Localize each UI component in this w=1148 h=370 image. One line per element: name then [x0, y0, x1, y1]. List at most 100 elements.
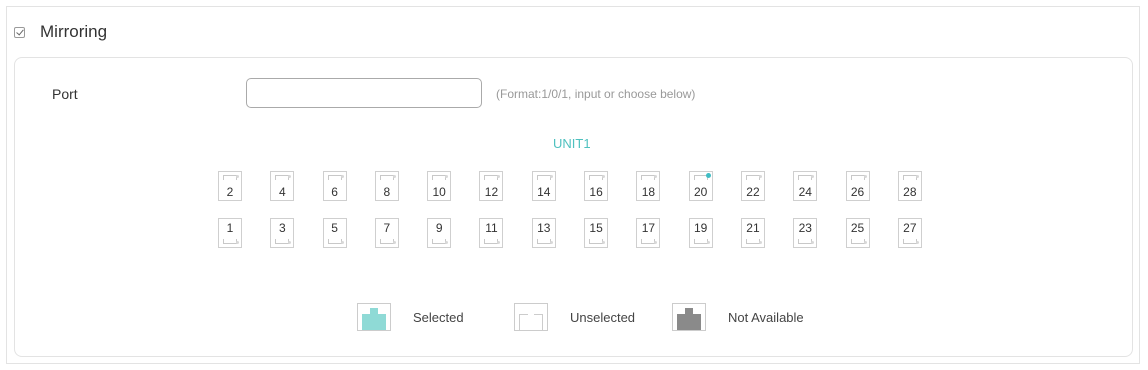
link-led-icon [654, 241, 658, 244]
link-led-icon [549, 241, 553, 244]
port-notch [536, 239, 551, 244]
port-20[interactable]: 20 [688, 171, 713, 201]
port-number: 10 [432, 185, 446, 199]
port-number: 20 [693, 185, 708, 199]
port-13[interactable]: 13 [531, 218, 556, 248]
link-led-icon [811, 175, 815, 178]
port-18[interactable]: 18 [636, 171, 661, 201]
port-21[interactable]: 21 [740, 218, 765, 248]
port-15[interactable]: 15 [584, 218, 609, 248]
port-14[interactable]: 14 [531, 171, 556, 201]
mirroring-checkbox[interactable] [14, 26, 25, 38]
port-notch [484, 239, 499, 244]
port-grid: 2 4 6 8 10 12 14 16 18 20 22 24 26 28 1 3 5 7 9 11 13 15 17 19… [218, 171, 922, 248]
port-28[interactable]: 28 [897, 171, 922, 201]
port-6[interactable]: 6 [322, 171, 347, 201]
link-led-icon [445, 241, 449, 244]
unit-label: UNIT1 [553, 136, 591, 151]
port-notch [327, 239, 342, 244]
mirroring-header: Mirroring [14, 22, 107, 42]
port-number: 2 [226, 185, 234, 199]
port-number: 26 [850, 185, 865, 199]
port-number: 23 [798, 221, 812, 235]
port-number: 11 [485, 221, 498, 235]
port-number: 12 [484, 185, 499, 199]
port-2[interactable]: 2 [218, 171, 242, 201]
port-12[interactable]: 12 [479, 171, 504, 201]
port-10[interactable]: 10 [427, 171, 452, 201]
port-8[interactable]: 8 [374, 171, 399, 201]
port-number: 17 [641, 221, 656, 235]
port-notch [379, 175, 394, 180]
port-number: 24 [798, 185, 812, 199]
port-27[interactable]: 27 [897, 218, 922, 248]
port-notch [641, 239, 656, 244]
port-input[interactable] [246, 78, 482, 108]
port-notch [275, 239, 290, 244]
link-led-icon [392, 175, 396, 178]
link-led-icon [340, 241, 344, 244]
link-led-icon [602, 175, 606, 178]
port-number: 27 [903, 221, 917, 235]
port-22[interactable]: 22 [740, 171, 765, 201]
port-notch [223, 239, 237, 244]
port-9[interactable]: 9 [427, 218, 452, 248]
section-title: Mirroring [40, 22, 108, 41]
port-row-top: 2 4 6 8 10 12 14 16 18 20 22 24 26 28 [218, 171, 922, 201]
port-notch [327, 175, 342, 180]
port-5[interactable]: 5 [322, 218, 347, 248]
port-number: 14 [537, 185, 551, 199]
port-11[interactable]: 11 [479, 218, 504, 248]
port-number: 9 [435, 221, 443, 235]
port-notch [589, 239, 604, 244]
legend-not-available: Not Available [672, 303, 804, 331]
port-notch [536, 175, 551, 180]
port-7[interactable]: 7 [374, 218, 399, 248]
link-led-icon [497, 175, 501, 178]
port-number: 4 [278, 185, 286, 199]
port-24[interactable]: 24 [793, 171, 818, 201]
port-3[interactable]: 3 [270, 218, 295, 248]
port-notch [745, 175, 760, 180]
link-led-icon [497, 241, 501, 244]
port-number: 18 [641, 185, 656, 199]
port-notch [902, 175, 917, 180]
port-number: 16 [589, 185, 603, 199]
link-led-icon [863, 175, 867, 178]
link-led-icon [288, 241, 292, 244]
port-26[interactable]: 26 [845, 171, 870, 201]
port-number: 21 [746, 221, 760, 235]
port-number: 8 [383, 185, 391, 199]
legend-selected-label: Selected [413, 309, 464, 325]
selected-port-icon [357, 303, 391, 331]
port-notch [745, 239, 760, 244]
not-available-port-icon [672, 303, 706, 331]
port-17[interactable]: 17 [636, 218, 661, 248]
link-led-icon [236, 175, 239, 178]
port-number: 15 [589, 221, 603, 235]
port-23[interactable]: 23 [793, 218, 818, 248]
link-led-icon [706, 241, 710, 244]
port-label: Port [52, 86, 78, 102]
port-1[interactable]: 1 [218, 218, 242, 248]
legend-unselected: Unselected [514, 303, 635, 331]
unselected-port-icon [514, 303, 548, 331]
port-notch [379, 239, 394, 244]
port-row-bottom: 1 3 5 7 9 11 13 15 17 19 21 23 25 27 [218, 218, 922, 248]
port-number: 19 [693, 221, 708, 235]
port-number: 13 [537, 221, 551, 235]
port-4[interactable]: 4 [270, 171, 295, 201]
port-notch [641, 175, 656, 180]
link-led-icon [340, 175, 344, 178]
port-16[interactable]: 16 [584, 171, 609, 201]
port-notch [589, 175, 604, 180]
port-25[interactable]: 25 [845, 218, 870, 248]
port-notch [850, 175, 865, 180]
link-led-icon [602, 241, 606, 244]
port-number: 28 [903, 185, 917, 199]
port-19[interactable]: 19 [688, 218, 713, 248]
link-led-icon [915, 175, 919, 178]
legend-unselected-label: Unselected [570, 309, 636, 325]
link-led-icon [758, 175, 762, 178]
legend-not-available-label: Not Available [728, 309, 804, 325]
